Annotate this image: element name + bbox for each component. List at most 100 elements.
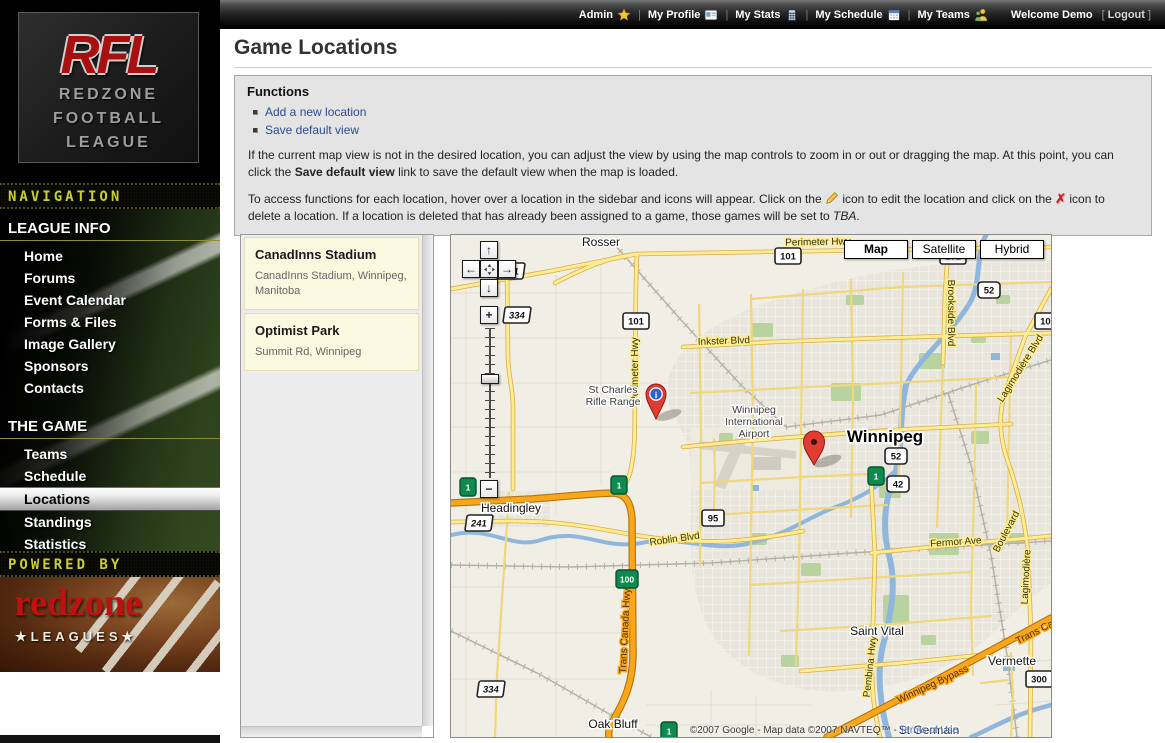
vertical-scrollbar[interactable] <box>422 235 433 726</box>
map-type-satellite-button[interactable]: Satellite <box>912 240 976 259</box>
horizontal-scrollbar[interactable] <box>241 726 422 737</box>
sidebar-item-event-calendar[interactable]: Event Calendar <box>0 289 220 311</box>
navigation-banner: NAVIGATION <box>0 183 220 209</box>
map-type-map-button[interactable]: Map <box>844 240 908 259</box>
pan-down-button[interactable]: ↓ <box>480 279 498 297</box>
instructions-paragraph-2: To access functions for each location, h… <box>248 190 1138 225</box>
pan-center-button[interactable] <box>480 260 498 278</box>
page: Admin | My Profile | My Stats | My Sched… <box>0 0 1165 743</box>
zoom-out-button[interactable]: − <box>480 480 498 498</box>
svg-text:St Charles: St Charles <box>588 384 637 396</box>
section-the-game: THE GAME <box>0 412 220 439</box>
sidebar-item-standings[interactable]: Standings <box>0 511 220 533</box>
svg-text:1: 1 <box>466 483 471 493</box>
map-canvas[interactable]: Perimeter Hwy Perimeter Hwy Brookside Bl… <box>450 234 1052 738</box>
separator: | <box>806 9 809 21</box>
bullet-icon <box>253 110 258 115</box>
redzone-leagues-text: ★LEAGUES★ <box>15 629 137 645</box>
functions-heading: Functions <box>247 84 1139 99</box>
my-teams-link[interactable]: My Teams <box>918 8 988 22</box>
map-type-hybrid-button[interactable]: Hybrid <box>980 240 1044 259</box>
svg-text:Winnipeg: Winnipeg <box>847 427 923 446</box>
edit-pencil-icon <box>825 191 839 205</box>
logout-wrap: [ Logout ] <box>1102 9 1151 21</box>
admin-link[interactable]: Admin <box>579 8 631 22</box>
zoom-slider-track[interactable] <box>485 328 495 478</box>
svg-text:101: 101 <box>780 252 797 263</box>
logout-link[interactable]: Logout <box>1108 9 1145 21</box>
sidebar-item-image-gallery[interactable]: Image Gallery <box>0 333 220 355</box>
my-schedule-label: My Schedule <box>815 9 882 21</box>
save-default-view-link[interactable]: Save default view <box>265 122 359 138</box>
zoom-in-button[interactable]: + <box>480 306 498 324</box>
location-name: Optimist Park <box>255 323 408 338</box>
separator: | <box>908 9 911 21</box>
bracket-open: [ <box>1102 9 1105 21</box>
instructions-paragraph-1: If the current map view is not in the de… <box>248 147 1138 181</box>
section-league-info: LEAGUE INFO <box>0 214 220 241</box>
bracket-close: ] <box>1148 9 1151 21</box>
location-item-canadinns[interactable]: CanadInns Stadium CanadInns Stadium, Win… <box>244 237 419 310</box>
terms-of-use-link[interactable]: Terms of Use <box>899 725 958 736</box>
svg-text:Rifle Range: Rifle Range <box>586 396 641 408</box>
separator: | <box>725 9 728 21</box>
my-stats-label: My Stats <box>735 9 780 21</box>
redzone-logo-text: redzone <box>14 581 142 625</box>
sidebar-item-forums[interactable]: Forums <box>0 267 220 289</box>
svg-text:Headingley: Headingley <box>481 501 541 515</box>
add-location-link[interactable]: Add a new location <box>265 104 366 120</box>
locations-panel: CanadInns Stadium CanadInns Stadium, Win… <box>240 234 434 738</box>
locations-list: CanadInns Stadium CanadInns Stadium, Win… <box>244 237 419 374</box>
my-profile-link[interactable]: My Profile <box>648 8 719 22</box>
svg-text:Brookside Blvd: Brookside Blvd <box>945 280 956 347</box>
my-teams-label: My Teams <box>918 9 970 21</box>
center-crosshair-icon <box>484 264 495 275</box>
my-schedule-link[interactable]: My Schedule <box>815 8 900 22</box>
powered-by-banner: POWERED BY <box>0 551 220 577</box>
svg-text:1: 1 <box>874 472 879 482</box>
location-address: CanadInns Stadium, Winnipeg, Manitoba <box>255 269 408 299</box>
sidebar-item-forms-files[interactable]: Forms & Files <box>0 311 220 333</box>
sidebar-item-home[interactable]: Home <box>0 245 220 267</box>
svg-text:Saint Vital: Saint Vital <box>850 624 904 638</box>
delete-x-icon: ✗ <box>1055 191 1066 206</box>
svg-text:101: 101 <box>628 317 645 328</box>
my-stats-link[interactable]: My Stats <box>735 8 798 22</box>
pan-left-button[interactable]: ← <box>462 260 480 278</box>
calculator-icon <box>785 8 799 22</box>
svg-text:52: 52 <box>891 452 902 463</box>
calendar-icon <box>887 8 901 22</box>
location-item-optimist-park[interactable]: Optimist Park Summit Rd, Winnipeg <box>244 313 419 371</box>
svg-text:42: 42 <box>893 480 904 491</box>
svg-text:300: 300 <box>1031 675 1047 686</box>
svg-text:100: 100 <box>620 575 634 585</box>
save-default-view-bold: Save default view <box>295 165 395 179</box>
sidebar-item-schedule[interactable]: Schedule <box>0 465 220 487</box>
svg-text:101: 101 <box>1040 317 1051 328</box>
rfl-logo-line2: FOOTBALL <box>19 107 198 131</box>
sidebar-item-locations[interactable]: Locations <box>0 487 220 511</box>
sidebar-nav: LEAGUE INFO Home Forums Event Calendar F… <box>0 209 220 551</box>
functions-link-row: Save default view <box>253 122 1139 138</box>
my-profile-label: My Profile <box>648 9 701 21</box>
pan-up-button[interactable]: ↑ <box>480 241 498 259</box>
sidebar-item-sponsors[interactable]: Sponsors <box>0 355 220 377</box>
map-copyright: ©2007 Google - Map data ©2007 NAVTEQ™ - … <box>601 725 1047 736</box>
svg-text:241: 241 <box>470 519 488 530</box>
svg-text:International: International <box>725 416 783 428</box>
zoom-slider-handle[interactable] <box>481 374 499 384</box>
svg-text:1: 1 <box>617 481 622 491</box>
svg-text:95: 95 <box>708 514 719 525</box>
pan-right-button[interactable]: → <box>498 260 516 278</box>
star-icon <box>617 8 631 22</box>
svg-text:Inkster Blvd: Inkster Blvd <box>698 335 751 348</box>
topbar: Admin | My Profile | My Stats | My Sched… <box>220 0 1165 29</box>
svg-text:334: 334 <box>508 311 526 322</box>
svg-text:334: 334 <box>482 685 500 696</box>
scrollbar-corner <box>422 726 433 737</box>
svg-text:Winnipeg: Winnipeg <box>732 404 776 416</box>
sidebar-item-contacts[interactable]: Contacts <box>0 377 220 399</box>
svg-text:Rosser: Rosser <box>582 235 620 249</box>
sidebar: RFL REDZONE FOOTBALL LEAGUE NAVIGATION L… <box>0 0 220 743</box>
sidebar-item-teams[interactable]: Teams <box>0 443 220 465</box>
